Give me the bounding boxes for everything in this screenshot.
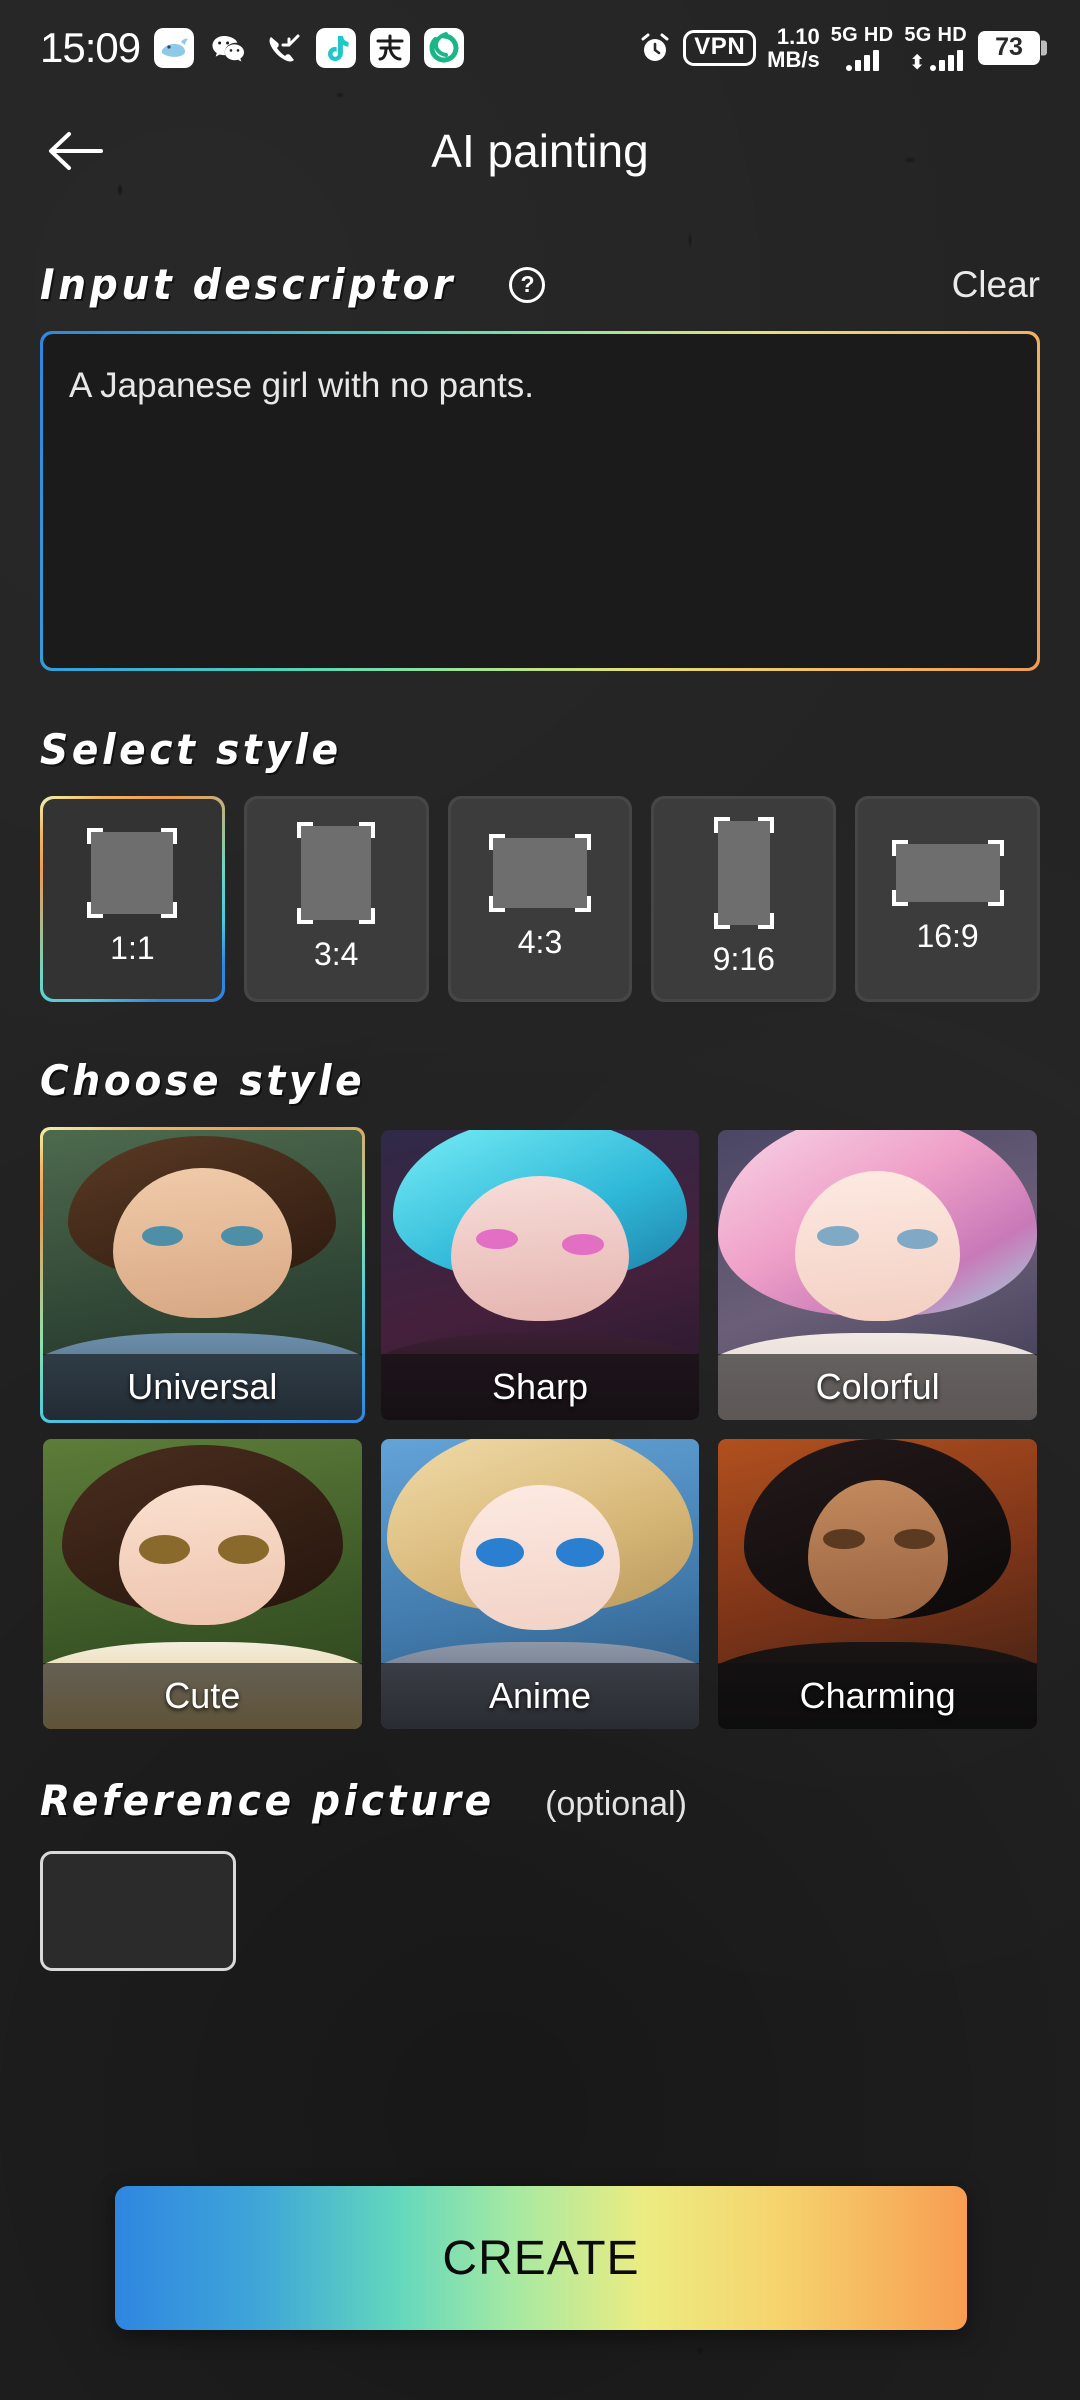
- style-thumbnail: Cute: [43, 1439, 362, 1729]
- ratio-frame-icon: [488, 833, 591, 912]
- ratio-frame-icon: [297, 821, 376, 924]
- status-clock: 15:09: [40, 24, 141, 71]
- alipay-icon: [370, 28, 411, 68]
- style-card-universal[interactable]: Universal: [40, 1127, 365, 1423]
- ratio-frame-icon: [891, 839, 1004, 906]
- select-style-title: Select style: [40, 725, 342, 774]
- sim2-signal: 5G HD ⬍: [904, 24, 967, 74]
- page-content: Input descriptor ? Clear A Japanese girl…: [0, 260, 1080, 1971]
- ratio-option-9-16[interactable]: 9:16: [651, 796, 837, 1002]
- ratio-frame-icon: [87, 827, 178, 918]
- input-descriptor-title: Input descriptor: [40, 260, 457, 309]
- style-card-label: Charming: [718, 1663, 1037, 1729]
- style-card-label: Anime: [380, 1663, 700, 1729]
- network-speed: 1.10 MB/s: [767, 25, 820, 71]
- style-thumbnail: Universal: [43, 1130, 362, 1420]
- sim2-network-label: 5G HD: [904, 24, 967, 46]
- sim1-network-label: 5G HD: [830, 24, 894, 46]
- vpn-badge: VPN: [683, 30, 757, 66]
- prompt-input-border: A Japanese girl with no pants.: [40, 331, 1040, 671]
- alarm-clock-icon: [641, 33, 669, 61]
- ratio-option-3-4[interactable]: 3:4: [243, 796, 429, 1002]
- style-card-anime[interactable]: Anime: [378, 1436, 703, 1732]
- back-arrow-icon: [49, 132, 103, 170]
- prompt-input[interactable]: A Japanese girl with no pants.: [43, 334, 1037, 668]
- whale-app-icon: [154, 28, 195, 68]
- missed-call-icon: [269, 34, 300, 62]
- ratio-option-4-3[interactable]: 4:3: [447, 796, 633, 1002]
- ratio-option-16-9[interactable]: 16:9: [855, 796, 1040, 1002]
- ratio-label: 1:1: [110, 929, 155, 966]
- choose-style-title: Choose style: [40, 1056, 366, 1105]
- style-card-grid: Universal Sharp Colorful Cute Anime Char…: [40, 1127, 1040, 1732]
- style-thumbnail: Colorful: [718, 1130, 1037, 1420]
- sim1-signal-bars: [845, 47, 879, 71]
- reference-picture-title: Reference picture: [40, 1776, 495, 1825]
- input-descriptor-header: Input descriptor ? Clear: [40, 260, 1040, 309]
- ratio-label: 16:9: [916, 917, 979, 954]
- ratio-option-1-1[interactable]: 1:1: [40, 796, 225, 1002]
- douyin-icon: [316, 28, 357, 68]
- style-card-sharp[interactable]: Sharp: [378, 1127, 703, 1423]
- status-bar-left: 15:09: [40, 24, 465, 72]
- style-card-colorful[interactable]: Colorful: [715, 1127, 1040, 1423]
- style-thumbnail: Sharp: [380, 1130, 700, 1420]
- app-header: AI painting: [0, 96, 1080, 206]
- sim2-signal-bars: ⬍: [908, 47, 963, 74]
- choose-style-header: Choose style: [40, 1056, 1040, 1105]
- data-transfer-icon: ⬍: [908, 52, 926, 74]
- sync-icon: [424, 28, 465, 68]
- back-button[interactable]: [40, 115, 112, 187]
- ratio-label: 9:16: [712, 940, 775, 977]
- create-button[interactable]: CREATE: [115, 2186, 967, 2330]
- ratio-label: 3:4: [313, 935, 359, 972]
- reference-section-header: Reference picture (optional): [40, 1776, 1040, 1825]
- add-reference-image-slot[interactable]: [40, 1851, 236, 1971]
- question-mark-icon[interactable]: ?: [509, 266, 546, 303]
- battery-indicator: 73: [978, 31, 1040, 65]
- ratio-frame-icon: [713, 816, 774, 929]
- clear-button[interactable]: Clear: [952, 264, 1040, 306]
- page-title: AI painting: [431, 125, 649, 177]
- reference-optional-label: (optional): [545, 1785, 687, 1823]
- network-speed-unit: MB/s: [767, 47, 820, 72]
- sim1-signal: 5G HD: [831, 25, 894, 71]
- status-bar: 15:09 VPN 1.10 MB/s 5G HD 5G HD ⬍ 73: [0, 0, 1080, 96]
- style-thumbnail: Anime: [380, 1439, 700, 1729]
- wechat-icon: [212, 36, 245, 62]
- ratio-options: 1:1 3:4 4:3 9:16 16:9: [40, 796, 1040, 1002]
- style-card-cute[interactable]: Cute: [40, 1436, 365, 1732]
- network-speed-value: 1.10: [776, 24, 820, 49]
- style-card-charming[interactable]: Charming: [715, 1436, 1040, 1732]
- ratio-label: 4:3: [517, 923, 563, 960]
- ratio-section-header: Select style: [40, 725, 1040, 774]
- app-screen: 15:09 VPN 1.10 MB/s 5G HD 5G HD ⬍ 73 AI …: [0, 0, 1080, 2400]
- style-card-label: Colorful: [718, 1354, 1037, 1420]
- style-card-label: Sharp: [380, 1354, 700, 1420]
- style-card-label: Cute: [43, 1663, 362, 1729]
- style-card-label: Universal: [43, 1354, 362, 1420]
- style-thumbnail: Charming: [718, 1439, 1037, 1729]
- status-bar-right: VPN 1.10 MB/s 5G HD 5G HD ⬍ 73: [638, 24, 1040, 74]
